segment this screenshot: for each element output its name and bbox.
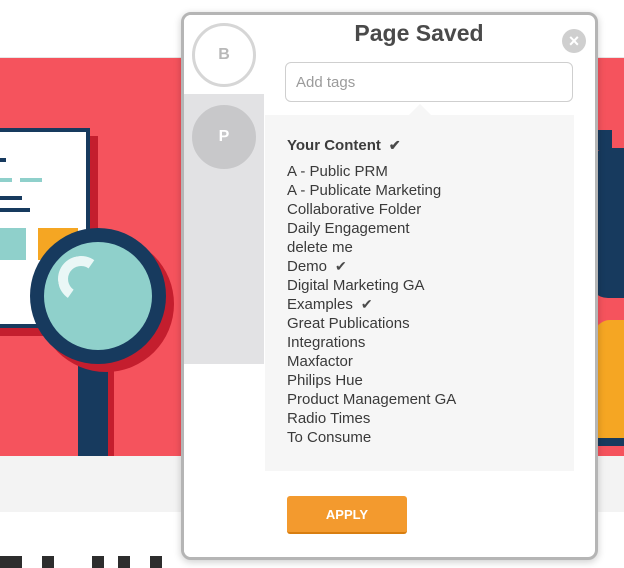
content-item-label: Demo <box>287 258 328 275</box>
your-content-label: Your Content <box>287 137 381 154</box>
content-list-item[interactable]: Radio Times <box>287 409 456 428</box>
content-list-item[interactable]: A - Public PRM <box>287 162 456 181</box>
content-item-label: Product Management GA <box>287 391 457 408</box>
content-list-item[interactable]: Examples ✔ <box>287 295 456 314</box>
content-list-item[interactable]: Philips Hue <box>287 371 456 390</box>
content-list-item[interactable]: Collaborative Folder <box>287 200 456 219</box>
close-icon[interactable]: × <box>562 29 586 53</box>
checkmark-icon: ✔ <box>360 296 373 312</box>
checkmark-icon: ✔ <box>388 137 401 153</box>
content-item-label: To Consume <box>287 429 372 446</box>
content-item-label: Philips Hue <box>287 372 363 389</box>
background-heading-cutoff <box>0 556 200 568</box>
content-list-panel: Your Content ✔ A - Public PRM A - Publica… <box>265 115 574 471</box>
content-item-label: Radio Times <box>287 410 371 427</box>
content-item-label: Examples <box>287 296 353 313</box>
content-item-label: Great Publications <box>287 315 410 332</box>
content-list-item[interactable]: Demo ✔ <box>287 257 456 276</box>
account-avatar-b[interactable]: B <box>192 23 256 87</box>
account-avatar-p[interactable]: P <box>192 105 256 169</box>
content-item-label: delete me <box>287 239 353 256</box>
content-list: A - Public PRM A - Publicate Marketing Col… <box>287 162 456 447</box>
content-item-label: Daily Engagement <box>287 220 410 237</box>
gear-tooth <box>596 130 612 150</box>
add-tags-input[interactable] <box>285 62 573 102</box>
content-item-label: Collaborative Folder <box>287 201 422 218</box>
content-item-label: Maxfactor <box>287 353 353 370</box>
content-list-item[interactable]: A - Publicate Marketing <box>287 181 456 200</box>
content-item-label: A - Public PRM <box>287 163 388 180</box>
yellow-card-illustration <box>594 320 624 438</box>
content-list-item[interactable]: Great Publications <box>287 314 456 333</box>
content-list-item[interactable]: Digital Marketing GA <box>287 276 456 295</box>
magnifier-glass <box>44 242 152 350</box>
content-list-item[interactable]: To Consume <box>287 428 456 447</box>
popup-title: Page Saved <box>354 20 484 46</box>
content-list-item[interactable]: Product Management GA <box>287 390 456 409</box>
content-list-item[interactable]: delete me <box>287 238 456 257</box>
content-item-label: Digital Marketing GA <box>287 277 425 294</box>
content-list-item[interactable]: Daily Engagement <box>287 219 456 238</box>
magnifier-handle <box>78 358 108 456</box>
yellow-card-edge <box>594 438 624 446</box>
content-item-label: A - Publicate Marketing <box>287 182 442 199</box>
apply-button[interactable]: APPLY <box>287 496 407 534</box>
checkmark-icon: ✔ <box>335 258 347 274</box>
your-content-header[interactable]: Your Content ✔ <box>287 137 401 154</box>
content-list-item[interactable]: Maxfactor <box>287 352 456 371</box>
page-saved-popup: B P Page Saved × Your Content ✔ A - Publ… <box>181 12 598 560</box>
content-item-label: Integrations <box>287 334 366 351</box>
content-list-item[interactable]: Integrations <box>287 333 456 352</box>
